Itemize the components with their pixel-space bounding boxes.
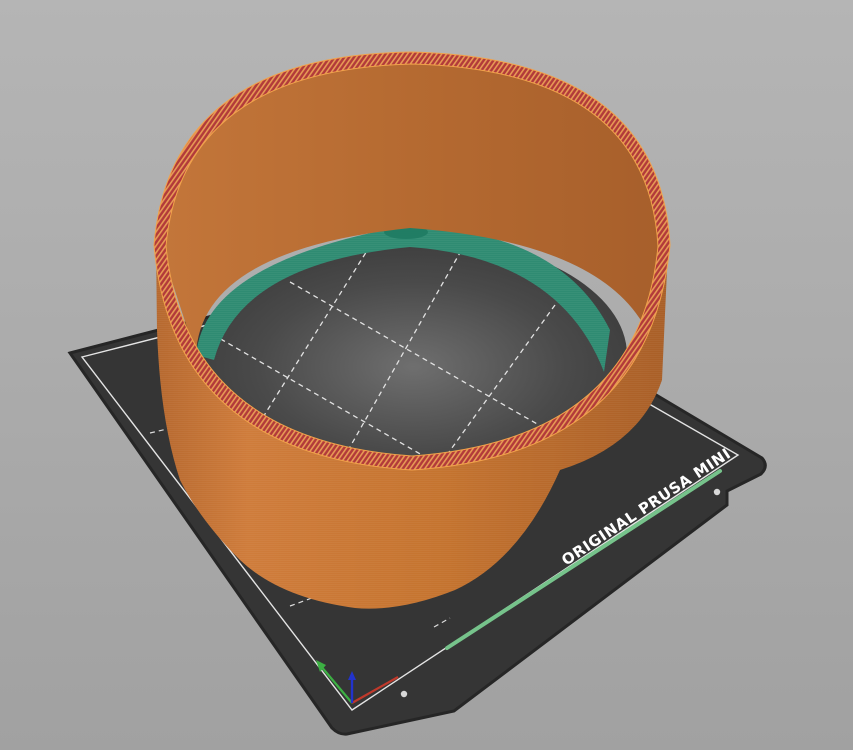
bed-hole-icon	[400, 690, 408, 698]
plater-scene[interactable]: ORIGINAL PRUSA MINI	[0, 0, 853, 750]
bed-hole-icon	[713, 488, 721, 496]
3d-viewport[interactable]: ORIGINAL PRUSA MINI	[0, 0, 853, 750]
